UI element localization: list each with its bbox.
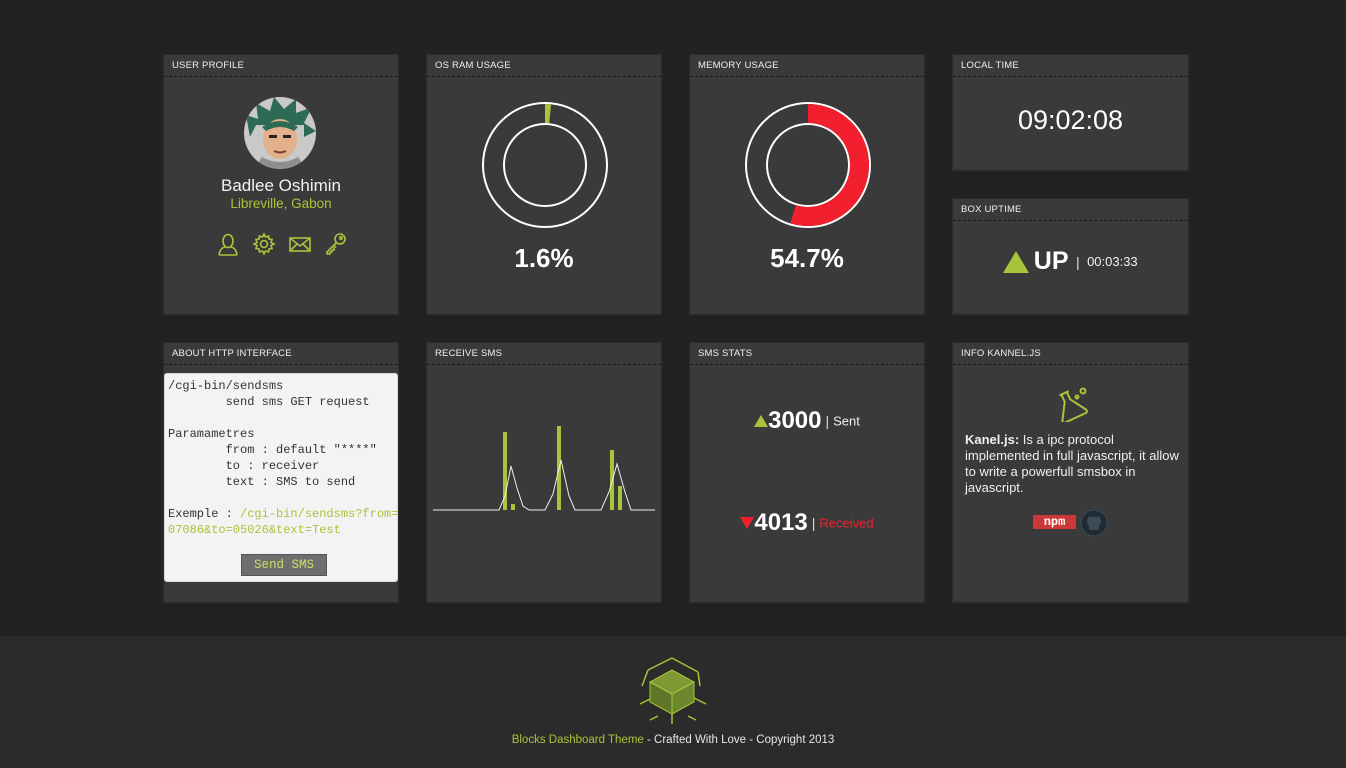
down-arrow-icon [740, 517, 755, 529]
user-profile-panel: USER PROFILE Badlee Oshimin Libreville, … [163, 54, 399, 315]
chart-bar [618, 486, 622, 510]
uptime-status: UP [1033, 247, 1069, 275]
panel-title: USER PROFILE [164, 55, 398, 77]
panel-title: ABOUT HTTP INTERFACE [164, 343, 398, 365]
panel-title: INFO KANNEL.JS [953, 343, 1188, 365]
up-arrow-icon [754, 415, 769, 427]
info-bold-name: Kanel.js: [965, 432, 1020, 447]
up-arrow-icon [1003, 250, 1030, 273]
os-ram-panel: OS RAM USAGE 1.6% [426, 54, 662, 315]
endpoint-path: /cgi-bin/sendsms [168, 379, 284, 393]
http-interface-panel: ABOUT HTTP INTERFACE /cgi-bin/sendsms se… [163, 342, 399, 603]
separator: | [825, 413, 830, 429]
receive-sms-panel: RECEIVE SMS [426, 342, 662, 603]
npm-label: npm [1043, 515, 1066, 529]
gear-icon[interactable] [252, 232, 276, 256]
footer-theme-link[interactable]: Blocks Dashboard Theme [512, 734, 644, 746]
sent-count: 3000 [768, 407, 822, 434]
example-url-part1[interactable]: /cgi-bin/sendsms?from= [240, 507, 398, 521]
key-icon[interactable] [324, 232, 348, 256]
http-doc-box: /cgi-bin/sendsms send sms GET request Pa… [164, 373, 398, 582]
ram-percentage: 1.6% [514, 243, 574, 273]
donut-inner-ring [766, 123, 850, 207]
received-stat: 4013 | Received [690, 509, 924, 537]
receive-sms-chart [433, 426, 655, 511]
clock-value: 09:02:08 [1017, 105, 1124, 135]
separator: | [1075, 253, 1080, 270]
mail-icon[interactable] [288, 232, 312, 256]
endpoint-description: send sms GET request [168, 395, 370, 409]
info-description: Kanel.js: Is a ipc protocol implemented … [965, 432, 1183, 496]
panel-title: RECEIVE SMS [427, 343, 661, 365]
local-time-panel: LOCAL TIME 09:02:08 [952, 54, 1189, 171]
memory-donut-chart [745, 102, 871, 228]
flask-icon [1059, 387, 1088, 422]
footer-copyright: - Crafted With Love - Copyright 2013 [643, 734, 835, 746]
param-to: to : receiver [168, 459, 320, 473]
uptime-row: UP | 00:03:33 [953, 247, 1188, 276]
param-from: from : default "****" [168, 443, 377, 457]
avatar [244, 97, 316, 169]
memory-panel: MEMORY USAGE 54.7% [689, 54, 925, 315]
donut-usage-slice [545, 104, 552, 124]
info-kannel-panel: INFO KANNEL.JS Kanel.js: Is a ipc protoc… [952, 342, 1189, 603]
params-heading: Paramametres [168, 427, 255, 441]
blocks-logo-icon [639, 657, 707, 724]
param-text: text : SMS to send [168, 475, 356, 489]
sent-stat: 3000 | Sent [690, 407, 924, 435]
panel-title: BOX UPTIME [953, 199, 1188, 221]
sms-stats-panel: SMS STATS 3000 | Sent 4013 | Received [689, 342, 925, 603]
github-icon[interactable] [1080, 509, 1108, 537]
donut-inner-ring [503, 123, 587, 207]
uptime-duration: 00:03:33 [1087, 254, 1138, 269]
npm-badge[interactable]: npm [1033, 515, 1076, 529]
separator: | [811, 515, 816, 531]
ram-donut-chart [482, 102, 608, 228]
panel-title: LOCAL TIME [953, 55, 1188, 77]
user-icon[interactable] [216, 232, 240, 256]
panel-title: MEMORY USAGE [690, 55, 924, 77]
box-uptime-panel: BOX UPTIME UP | 00:03:33 [952, 198, 1189, 315]
profile-location: Libreville, Gabon [230, 196, 332, 211]
donut-usage-slice [790, 104, 870, 227]
example-label: Exemple : [168, 507, 241, 521]
footer-credits: Blocks Dashboard Theme - Crafted With Lo… [0, 734, 1346, 746]
footer: Blocks Dashboard Theme - Crafted With Lo… [0, 636, 1346, 768]
profile-actions [216, 232, 348, 256]
example-url-part2[interactable]: 07086&to=05026&text=Test [168, 523, 341, 537]
chart-bar [511, 504, 515, 510]
received-label: Received [819, 515, 874, 531]
panel-title: OS RAM USAGE [427, 55, 661, 77]
received-count: 4013 [754, 509, 808, 536]
sent-label: Sent [833, 413, 860, 429]
memory-percentage: 54.7% [770, 243, 844, 273]
profile-name: Badlee Oshimin [220, 176, 341, 195]
send-sms-button[interactable]: Send SMS [241, 554, 327, 576]
panel-title: SMS STATS [690, 343, 924, 365]
